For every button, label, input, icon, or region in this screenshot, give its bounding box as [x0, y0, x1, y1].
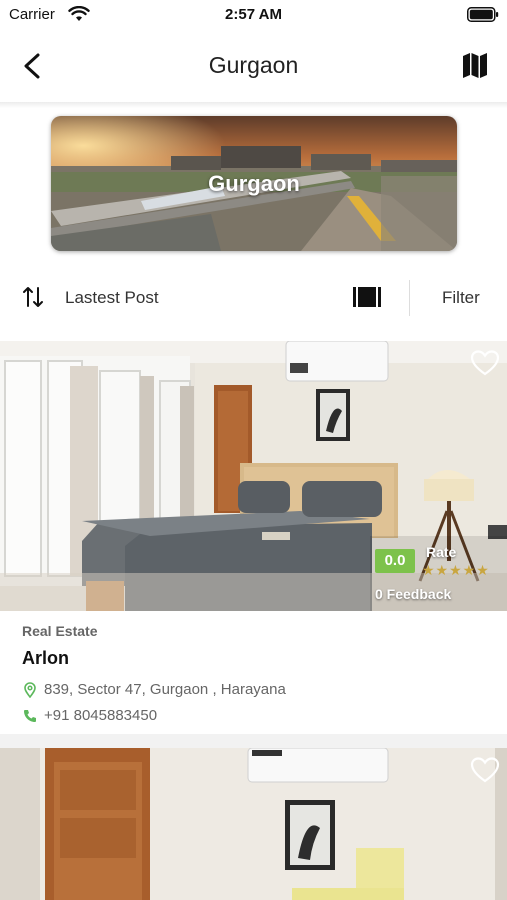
- room-photo: [0, 748, 507, 900]
- listing-card[interactable]: 0.0 Rate ★★★★★ 0 Feedback Real Estate Ar…: [0, 341, 507, 734]
- heart-outline-icon[interactable]: [470, 756, 500, 784]
- rating-badge: 0.0: [375, 549, 415, 573]
- heart-outline-icon[interactable]: [470, 349, 500, 377]
- toolbar-divider: [409, 280, 410, 316]
- nav-divider: [0, 102, 507, 108]
- navigation-bar: Gurgaon: [0, 30, 507, 102]
- feedback-count[interactable]: 0 Feedback: [375, 586, 451, 602]
- status-bar: Carrier 2:57 AM: [0, 0, 507, 30]
- filter-button[interactable]: Filter: [442, 288, 480, 308]
- view-toggle-icon[interactable]: [353, 286, 381, 308]
- listing-name[interactable]: Arlon: [22, 648, 69, 669]
- address-text: 839, Sector 47, Gurgaon , Harayana: [44, 681, 286, 698]
- map-icon[interactable]: [460, 50, 490, 80]
- sort-filter-bar: Lastest Post Filter: [0, 272, 507, 324]
- listing-category: Real Estate: [22, 623, 98, 639]
- banner-title: Gurgaon: [208, 171, 300, 196]
- listing-card[interactable]: [0, 748, 507, 900]
- sort-arrows-icon[interactable]: [22, 284, 44, 310]
- status-time: 2:57 AM: [225, 6, 282, 23]
- phone-icon: [24, 710, 36, 722]
- card-separator: [0, 734, 507, 748]
- sort-label[interactable]: Lastest Post: [65, 288, 159, 308]
- location-pin-icon: [24, 682, 36, 698]
- listing-image[interactable]: 0.0 Rate ★★★★★ 0 Feedback: [0, 341, 507, 611]
- battery-icon: [467, 7, 499, 22]
- chevron-left-icon[interactable]: [18, 50, 46, 82]
- rating-stars: ★★★★★: [422, 562, 490, 578]
- city-banner[interactable]: Gurgaon: [51, 116, 457, 251]
- listing-image[interactable]: [0, 748, 507, 900]
- phone-text[interactable]: +91 8045883450: [44, 707, 157, 724]
- rating-label: Rate: [426, 544, 457, 560]
- page-title: Gurgaon: [208, 52, 299, 78]
